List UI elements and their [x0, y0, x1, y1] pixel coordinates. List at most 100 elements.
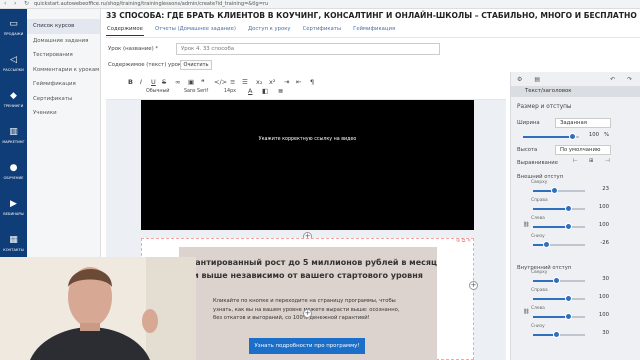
align-icon[interactable]: ≣	[278, 87, 283, 95]
nav-item[interactable]: ▦ КОНТАКТЫ	[0, 225, 27, 261]
inner-top-value[interactable]: 30	[602, 276, 609, 282]
font-family-select[interactable]: Sans Serif	[184, 89, 208, 94]
indent-icon[interactable]: ⇥	[284, 78, 289, 86]
width-unit: %	[603, 132, 609, 138]
lesson-content-label: Содержимое (текст) урока *	[108, 62, 189, 68]
font-size-select[interactable]: 14px	[224, 89, 236, 94]
lesson-name-input[interactable]: Урок 4. 33 способа	[176, 43, 440, 55]
tab[interactable]: Геймификация	[352, 24, 396, 36]
text-color-icon[interactable]: A	[248, 87, 252, 95]
browser-url-bar[interactable]: ‹ › ↻ quickstart.autowebeoffice.ru/shop/…	[0, 0, 640, 9]
size-section-title: Размер и отступы	[517, 104, 572, 110]
lesson-name-label: Урок (название) *	[108, 46, 159, 52]
store-icon: ▭	[9, 19, 18, 29]
tab[interactable]: Сертификаты	[302, 24, 343, 36]
nav-item-label: РАССЫЛКИ	[3, 67, 24, 72]
inner-bottom-slider[interactable]: 30	[533, 330, 609, 340]
outer-right-slider[interactable]: 100	[533, 204, 609, 214]
tab[interactable]: Доступ к уроку	[247, 24, 292, 36]
back-icon[interactable]: ‹	[4, 1, 10, 7]
webcam-overlay	[0, 257, 196, 360]
settings-icon[interactable]: ⚙	[517, 76, 522, 83]
width-value[interactable]: 100	[589, 132, 599, 138]
link-icon[interactable]: ∞	[175, 78, 180, 86]
quote-icon[interactable]: ❝	[201, 78, 205, 86]
ordered-list-icon[interactable]: ≡	[230, 78, 235, 86]
promo-cta-button[interactable]: Узнать подробности про программу!	[249, 338, 365, 354]
submenu-item[interactable]: Домашние задания	[27, 34, 100, 49]
outer-bottom-slider[interactable]: -26	[533, 240, 609, 250]
page-title: 33 СПОСОБА: ГДЕ БРАТЬ КЛИЕНТОВ В КОУЧИНГ…	[106, 11, 637, 20]
outer-right-value[interactable]: 100	[599, 204, 609, 210]
inner-top-label: Сверху	[531, 270, 548, 275]
outer-top-label: Сверху	[531, 180, 548, 185]
submenu-item[interactable]: Список курсов	[27, 19, 100, 34]
superscript-icon[interactable]: x²	[269, 78, 275, 86]
inner-left-label: Слева	[531, 306, 545, 311]
nav-item[interactable]: ▥ МАРКЕТИНГ	[0, 117, 27, 153]
block-controls-icon[interactable]: ⊕ ⧉ ✕	[456, 238, 471, 244]
outer-left-value[interactable]: 100	[599, 222, 609, 228]
app-root: ‹ › ↻ quickstart.autowebeoffice.ru/shop/…	[0, 0, 640, 360]
tab[interactable]: Отчеты (Домашнее задание)	[154, 24, 237, 36]
url-text[interactable]: quickstart.autowebeoffice.ru/shop/traini…	[34, 1, 268, 7]
paragraph-style-select[interactable]: Обычный	[146, 89, 169, 94]
outer-bottom-value[interactable]: -26	[600, 240, 609, 246]
bg-color-icon[interactable]: ◧	[262, 87, 268, 95]
outer-left-slider[interactable]: 100	[533, 222, 609, 232]
code-icon[interactable]: </>	[214, 78, 227, 86]
inner-bottom-value[interactable]: 30	[602, 330, 609, 336]
submenu-item[interactable]: Сертификаты	[27, 92, 100, 107]
outer-bottom-label: Снизу	[531, 234, 545, 239]
submenu-item[interactable]: Геймификация	[27, 77, 100, 92]
outdent-icon[interactable]: ⇤	[296, 78, 301, 86]
inner-left-slider[interactable]: 100	[533, 312, 609, 322]
subscript-icon[interactable]: x₂	[256, 78, 262, 86]
width-select[interactable]: Заданная	[555, 118, 611, 128]
nav-item-label: МАРКЕТИНГ	[2, 139, 25, 144]
inner-left-value[interactable]: 100	[599, 312, 609, 318]
submenu-item[interactable]: Тестирования	[27, 48, 100, 63]
width-slider[interactable]: 100 %	[523, 132, 609, 142]
strike-icon[interactable]: S	[162, 78, 166, 86]
image-icon[interactable]: ▣	[188, 78, 194, 86]
inner-top-slider[interactable]: 30	[533, 276, 609, 286]
nav-item[interactable]: ▶ ВЕБИНАРЫ	[0, 189, 27, 225]
link-padding-icon[interactable]: ⛓	[523, 309, 530, 315]
inner-right-label: Справа	[531, 288, 548, 293]
undo-icon[interactable]: ↶	[610, 76, 615, 83]
underline-icon[interactable]: U	[151, 78, 156, 86]
inner-right-slider[interactable]: 100	[533, 294, 609, 304]
height-select[interactable]: По умолчанию	[555, 145, 611, 155]
inner-bottom-label: Снизу	[531, 324, 545, 329]
italic-icon[interactable]: I	[140, 78, 142, 86]
add-inner-block-icon[interactable]: +	[303, 309, 312, 318]
rtl-icon[interactable]: ¶	[310, 78, 314, 86]
submenu-item[interactable]: Комментарии к урокам	[27, 63, 100, 78]
align-right-icon[interactable]: ⊣	[605, 158, 610, 164]
nav-item[interactable]: ◁ РАССЫЛКИ	[0, 45, 27, 81]
clear-button[interactable]: Очистить	[180, 60, 212, 70]
nav-item[interactable]: ▭ ПРОДАЖИ	[0, 9, 27, 45]
outer-top-slider[interactable]: 23	[533, 186, 609, 196]
nav-item[interactable]: ● ОБУЧЕНИЕ	[0, 153, 27, 189]
submenu-item[interactable]: Ученики	[27, 106, 100, 121]
inner-right-value[interactable]: 100	[599, 294, 609, 300]
redo-icon[interactable]: ↷	[627, 76, 632, 83]
align-center-icon[interactable]: ⊞	[589, 158, 593, 164]
reload-icon[interactable]: ↻	[24, 1, 30, 7]
link-margins-icon[interactable]: ⛓	[523, 222, 530, 228]
align-left-icon[interactable]: ⊢	[573, 158, 578, 164]
outer-top-value[interactable]: 23	[602, 186, 609, 192]
layers-icon[interactable]: ▤	[534, 76, 540, 83]
nav-item[interactable]: ◆ ТРЕНИНГИ	[0, 81, 27, 117]
video-block[interactable]: Укажите корректную ссылку на видео	[141, 100, 474, 230]
tab[interactable]: Содержимое	[106, 24, 144, 36]
bold-icon[interactable]: B	[128, 78, 133, 86]
outer-left-label: Слева	[531, 216, 545, 221]
lesson-tabs: Содержимое Отчеты (Домашнее задание) Досту…	[106, 24, 396, 36]
height-label: Высота	[517, 147, 538, 153]
bullet-list-icon[interactable]: ☰	[242, 78, 248, 86]
forward-icon[interactable]: ›	[14, 1, 20, 7]
add-block-side-icon[interactable]: +	[469, 281, 478, 290]
